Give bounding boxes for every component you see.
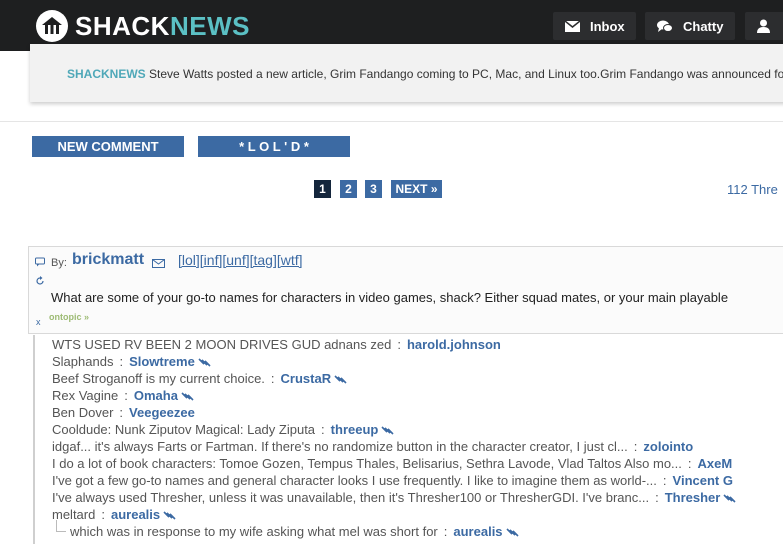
reply-author[interactable]: zolointo [643,439,693,454]
page-2-button[interactable]: 2 [340,180,357,198]
post-author[interactable]: brickmatt [72,251,144,269]
reply-separator: : [443,524,448,539]
lol-tag-icon [381,423,394,438]
account-button[interactable] [745,12,783,40]
reply-separator: : [119,405,124,420]
reply-row[interactable]: which was in response to my wife asking … [70,524,519,540]
post-by-label: By: [51,257,67,269]
reply-tree-line [33,335,35,544]
reply-separator: : [687,456,692,471]
reply-row[interactable]: Slaphands: Slowtreme [52,354,211,370]
inbox-button[interactable]: Inbox [553,12,636,40]
article-summary[interactable]: SHACKNEWS Steve Watts posted a new artic… [67,67,783,81]
reply-separator: : [633,439,638,454]
reply-author[interactable]: Omaha [134,388,178,403]
page-1-button[interactable]: 1 [314,180,331,198]
logo-text-news: NEWS [169,10,250,41]
logo-mark-icon [36,10,68,42]
reply-author[interactable]: Slowtreme [129,354,195,369]
user-icon [757,19,770,33]
reply-row[interactable]: idgaf... it's always Farts or Fartman. I… [52,439,693,454]
lol-tag-icon [505,525,519,540]
reply-row[interactable]: WTS USED RV BEEN 2 MOON DRIVES GUD adnan… [52,337,501,352]
reply-preview[interactable]: I do a lot of book characters: Tomoe Goz… [52,456,682,471]
logo-text-shack: SHACK [75,10,170,41]
chatty-label: Chatty [683,18,724,34]
article-summary-card: SHACKNEWS Steve Watts posted a new artic… [30,44,783,102]
reply-separator: : [101,507,105,522]
reply-author[interactable]: harold.johnson [407,337,501,352]
reply-preview[interactable]: Cooldude: Nunk Ziputov Magical: Lady Zip… [52,422,315,437]
collapse-thread-icon[interactable] [35,257,45,269]
post-body: What are some of your go-to names for ch… [51,290,729,305]
lol-tag-icon [163,508,176,523]
reply-separator: : [119,354,124,369]
reply-preview[interactable]: idgaf... it's always Farts or Fartman. I… [52,439,628,454]
reply-author[interactable]: CrustaR [281,371,332,386]
reply-branch-line [56,520,66,532]
reply-separator: : [124,388,128,403]
next-page-button[interactable]: NEXT » [391,180,442,198]
reply-author[interactable]: aurealis [453,524,502,539]
thread-count: 112 Thre [727,182,778,197]
reply-preview[interactable]: Ben Dover [52,405,113,420]
reply-author[interactable]: Vincent G [673,473,733,488]
reply-preview[interactable]: which was in response to my wife asking … [70,524,438,539]
lol-tag-icon [334,372,347,387]
reply-author[interactable]: aurealis [111,507,160,522]
envelope-icon [565,20,580,32]
reply-preview[interactable]: Rex Vagine [52,388,118,403]
message-author-icon[interactable] [152,255,165,273]
reply-row[interactable]: I do a lot of book characters: Tomoe Goz… [52,456,732,471]
reply-author[interactable]: threeup [331,422,379,437]
new-comment-button[interactable]: NEW COMMENT [32,136,184,157]
reply-separator: : [270,371,275,386]
reply-row[interactable]: Ben Dover: Veegeezee [52,405,195,420]
section-divider [0,121,783,122]
reply-row[interactable]: Rex Vagine: Omaha [52,388,194,404]
lol-tag-icon [198,355,211,370]
reply-author[interactable]: Veegeezee [129,405,195,420]
reply-row[interactable]: I've got a few go-to names and general c… [52,473,733,488]
reply-preview[interactable]: WTS USED RV BEEN 2 MOON DRIVES GUD adnan… [52,337,391,352]
article-brand: SHACKNEWS [67,67,146,81]
lol-tag-icon [181,389,194,404]
reply-preview[interactable]: I've got a few go-to names and general c… [52,473,657,488]
close-thread-icon[interactable]: x [36,317,41,327]
refresh-thread-icon[interactable] [35,276,45,288]
reply-row[interactable]: I've always used Thresher, unless it was… [52,490,736,506]
article-text: Steve Watts posted a new article, Grim F… [149,67,783,81]
chat-bubbles-icon [657,20,673,33]
ontopic-label: ontopic » [49,312,89,322]
reply-row[interactable]: meltard: aurealis [52,507,176,523]
post-tag-links[interactable]: [lol][inf][unf][tag][wtf] [178,252,303,268]
lol-tag-icon [723,491,736,506]
inbox-label: Inbox [590,18,625,34]
chatty-button[interactable]: Chatty [645,12,735,40]
reply-preview[interactable]: Slaphands [52,354,113,369]
root-post: x By: brickmatt [lol][inf][unf][tag][wtf… [28,246,783,334]
lold-button[interactable]: * L O L ' D * [198,136,350,157]
reply-author[interactable]: Thresher [665,490,721,505]
reply-separator: : [397,337,401,352]
reply-row[interactable]: Cooldude: Nunk Ziputov Magical: Lady Zip… [52,422,394,438]
reply-separator: : [662,473,667,488]
site-logo[interactable]: SHACK NEWS [36,10,250,42]
page-3-button[interactable]: 3 [365,180,382,198]
reply-separator: : [321,422,325,437]
reply-preview[interactable]: Beef Stroganoff is my current choice. [52,371,265,386]
reply-preview[interactable]: I've always used Thresher, unless it was… [52,490,649,505]
pagination: 1 2 3 NEXT » [0,180,783,198]
reply-row[interactable]: Beef Stroganoff is my current choice.: Cr… [52,371,347,387]
reply-separator: : [655,490,659,505]
reply-author[interactable]: AxeM [698,456,733,471]
